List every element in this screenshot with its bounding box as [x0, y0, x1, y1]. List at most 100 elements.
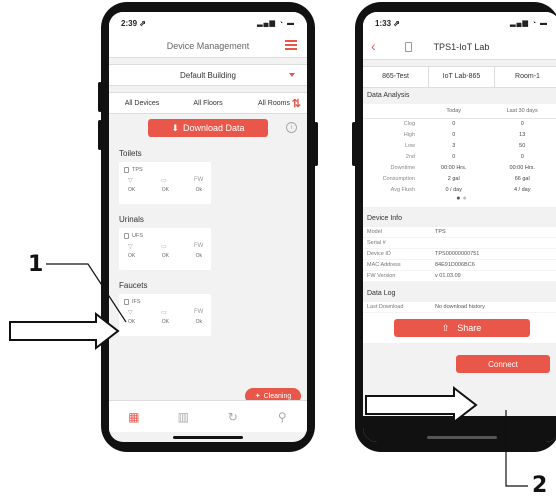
- building-selector[interactable]: Default Building: [109, 64, 307, 86]
- info-row: MAC Address 84E91D006BC6: [363, 260, 556, 271]
- toilet-icon: [405, 42, 412, 52]
- section-title: Faucets: [119, 281, 148, 290]
- section-urinals: Urinals UFS ▽ ▭ FW OK OK Ok: [109, 212, 307, 270]
- status-time: 1:33 ⇗: [375, 18, 400, 28]
- callout-number-1: 1: [28, 252, 44, 277]
- info-row: FW Version v 01.03.09: [363, 271, 556, 282]
- volume-button: [352, 122, 356, 166]
- info-row: Model TPS: [363, 227, 556, 238]
- section-title: Urinals: [119, 215, 144, 224]
- device-info-title: Device Info: [363, 211, 556, 227]
- status-icons: ▽ ▭ FW: [124, 307, 206, 319]
- water-icon: ▽: [128, 310, 133, 316]
- tab-bar: ▦ ▥ ↻ ⚲: [109, 400, 307, 432]
- device-card[interactable]: UFS ▽ ▭ FW OK OK Ok: [119, 228, 211, 270]
- share-icon: ⇧: [441, 322, 450, 333]
- back-chevron-icon[interactable]: ‹: [371, 38, 376, 54]
- location-pin-icon[interactable]: ⚲: [274, 410, 290, 424]
- sort-icon[interactable]: ⇅: [292, 97, 301, 110]
- sparkle-icon: ✦: [254, 393, 261, 400]
- info-icon[interactable]: i: [286, 122, 297, 133]
- section-toilets: Toilets TPS ▽ ▭ FW OK OK Ok: [109, 146, 307, 204]
- table-row: Downtime 00:00 Hrs. 00:00 Hrs.: [390, 164, 535, 171]
- status-bar: 1:33 ⇗ ▂▄▆ ◔ ▬: [363, 12, 556, 34]
- status-bar: 2:39 ⇗ ▂▄▆ ◔ ▬: [109, 12, 307, 34]
- data-analysis-panel: Today Last 30 days Clog 0 0 High 0 13 Low 3 50…: [363, 104, 556, 207]
- left-phone-frame: 2:39 ⇗ ▂▄▆ ◔ ▬ Device Management Default…: [98, 2, 318, 452]
- page-title: TPS1-IoT Lab: [433, 41, 490, 52]
- info-row: Last Download No download history: [363, 302, 556, 313]
- hamburger-menu-icon[interactable]: [285, 40, 297, 50]
- location-row: 865-Test IoT Lab-865 Room-1: [363, 66, 556, 88]
- status-icons: ▂▄▆ ◔ ▬: [257, 20, 295, 27]
- data-analysis-title: Data Analysis: [363, 88, 556, 104]
- header: Device Management: [109, 34, 307, 58]
- location-room: Room-1: [515, 73, 540, 80]
- column-header: Today: [423, 104, 485, 119]
- table-row: High 0 13: [403, 131, 526, 138]
- device-name: UFS: [124, 231, 206, 241]
- building-label: Default Building: [179, 70, 237, 80]
- status-icons: ▽ ▭ FW: [124, 175, 206, 187]
- download-row: ⬇ Download Data i: [109, 118, 307, 138]
- status-labels: OK OK Ok: [128, 319, 202, 325]
- home-indicator: [426, 436, 497, 439]
- filter-devices[interactable]: All Devices: [109, 100, 175, 107]
- download-label: Download Data: [183, 123, 245, 133]
- connect-button[interactable]: Connect: [456, 355, 550, 373]
- table-row: Avg Flush 0 / day 4 / day: [390, 186, 531, 193]
- faucet-icon: [124, 299, 129, 305]
- section-faucets: Faucets IFS ▽ ▭ FW OK OK Ok: [109, 278, 307, 336]
- device-name: IFS: [124, 297, 206, 307]
- table-row: 2nd 0 0: [405, 153, 524, 160]
- urinal-icon: [124, 233, 129, 239]
- refresh-icon[interactable]: ↻: [225, 410, 241, 424]
- download-icon: ⬇: [171, 122, 179, 133]
- device-card[interactable]: IFS ▽ ▭ FW OK OK Ok: [119, 294, 211, 336]
- header: ‹ TPS1-IoT Lab: [363, 34, 556, 60]
- caret-down-icon: [289, 73, 295, 77]
- page-title: Device Management: [166, 40, 250, 51]
- table-row: Consumption 2 gal 66 gal: [382, 175, 530, 182]
- device-name: TPS: [124, 165, 206, 175]
- data-analysis-table: Today Last 30 days Clog 0 0 High 0 13 Low 3 50…: [363, 104, 556, 195]
- status-icons: ▽ ▭ FW: [124, 241, 206, 253]
- device-card[interactable]: TPS ▽ ▭ FW OK OK Ok: [119, 162, 211, 204]
- filter-floors[interactable]: All Floors: [175, 100, 241, 107]
- status-labels: OK OK Ok: [128, 253, 202, 259]
- left-screen: 2:39 ⇗ ▂▄▆ ◔ ▬ Device Management Default…: [109, 12, 307, 442]
- share-button[interactable]: ⇧ Share: [393, 319, 530, 337]
- battery-icon: ▭: [161, 244, 167, 250]
- page-dots[interactable]: ● ●: [363, 195, 556, 207]
- location-building: 865-Test: [363, 67, 429, 87]
- volume-button: [98, 120, 102, 150]
- info-row: Device ID TPS00000000751: [363, 249, 556, 260]
- water-icon: ▽: [128, 178, 133, 184]
- water-icon: ▽: [128, 244, 133, 250]
- filter-bar: All Devices All Floors All Rooms ⇅: [109, 92, 307, 114]
- data-log-title: Data Log: [363, 286, 556, 302]
- table-row: Low 3 50: [404, 142, 526, 149]
- download-data-button[interactable]: ⬇ Download Data: [148, 119, 268, 137]
- status-labels: OK OK Ok: [128, 187, 202, 193]
- fw-label: FW: [194, 177, 204, 183]
- device-info-panel: Model TPS Serial # Device ID TPS0000000075…: [363, 227, 556, 282]
- power-button: [314, 122, 318, 166]
- data-log-panel: Last Download No download history ⇧ Share: [363, 302, 556, 343]
- right-screen: 1:33 ⇗ ▂▄▆ ◔ ▬ ‹ TPS1-IoT Lab 865-Test I…: [363, 12, 556, 442]
- column-header: Last 30 days: [484, 104, 556, 119]
- toilet-icon: [124, 167, 129, 173]
- info-row: Serial #: [363, 238, 556, 249]
- callout-number-2: 2: [532, 473, 548, 498]
- status-time: 2:39 ⇗: [121, 18, 146, 28]
- grid-icon[interactable]: ▦: [126, 410, 142, 424]
- location-floor: IoT Lab-865: [429, 67, 495, 87]
- fw-label: FW: [194, 243, 204, 249]
- section-title: Toilets: [119, 149, 142, 158]
- fw-label: FW: [194, 309, 204, 315]
- chart-icon[interactable]: ▥: [175, 410, 191, 424]
- home-indicator: [173, 436, 243, 439]
- battery-icon: ▭: [161, 178, 167, 184]
- volume-button: [98, 82, 102, 112]
- battery-icon: ▭: [161, 310, 167, 316]
